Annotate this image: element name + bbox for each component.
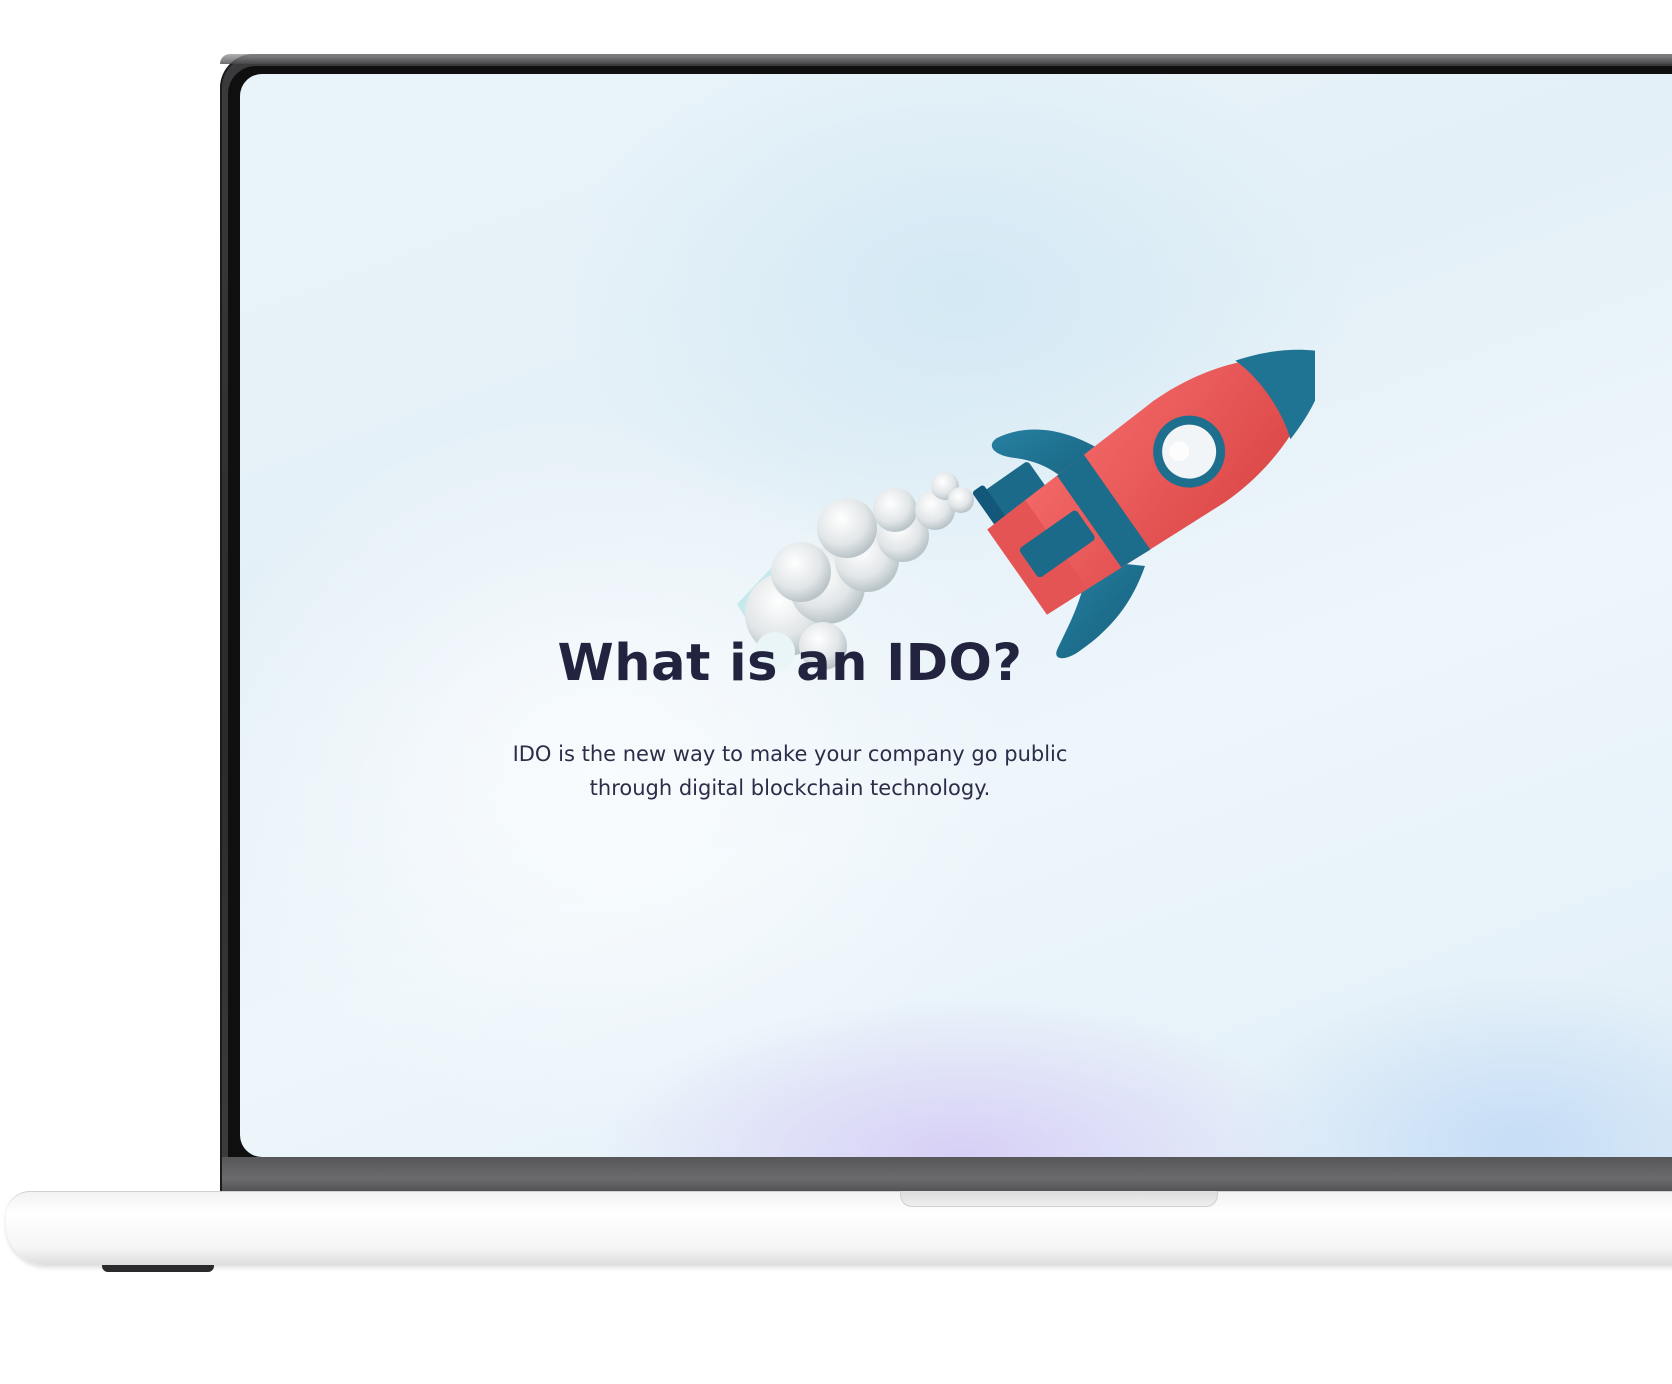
laptop-mockup: What is an IDO? IDO is the new way to ma… — [0, 0, 1672, 1384]
laptop-base — [6, 1191, 1672, 1265]
rocket-icon — [735, 314, 1315, 774]
hero-description: IDO is the new way to make your company … — [512, 742, 1068, 800]
page-title: What is an IDO? — [557, 634, 1023, 693]
laptop-opening-notch — [900, 1191, 1218, 1207]
lid-edge-highlight — [220, 54, 1672, 64]
laptop-foot — [102, 1265, 214, 1272]
laptop-screen — [240, 74, 1672, 1157]
laptop-hinge — [222, 1157, 1672, 1193]
